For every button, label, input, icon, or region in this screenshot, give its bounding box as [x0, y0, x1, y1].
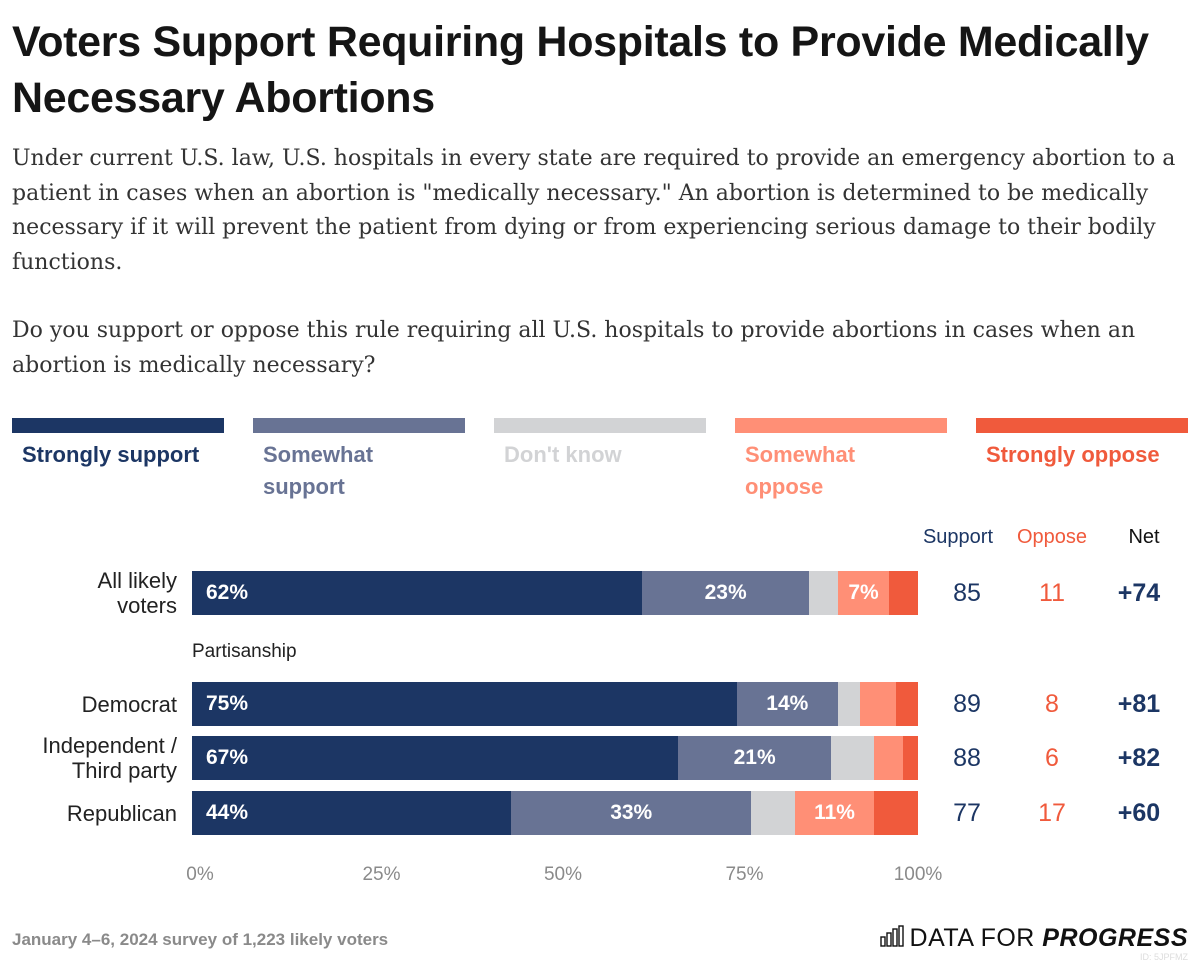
- bar-segment-strongly-support: [192, 682, 737, 726]
- bar-segment-somewhat-oppose: [874, 736, 904, 780]
- category-label: Independent / Third party: [42, 733, 177, 783]
- legend: Strongly support Somewhat support Don't kno…: [12, 418, 1192, 508]
- bar-row: 44% 33% 11%: [192, 791, 918, 835]
- bar-row: 62% 23% 7%: [192, 571, 918, 615]
- logo-text: DATA FOR PROGRESS: [910, 924, 1188, 953]
- net-column-header: Net: [1128, 526, 1160, 548]
- legend-swatch: [12, 418, 224, 433]
- x-tick-label: 75%: [725, 864, 764, 885]
- group-label-partisanship: Partisanship: [192, 641, 297, 662]
- net-value: +60: [1117, 799, 1161, 827]
- subtitle-question: Do you support or oppose this rule requi…: [12, 318, 1136, 378]
- bar-segment-somewhat-oppose: [859, 682, 897, 726]
- legend-item-somewhat-support: Somewhat support: [253, 418, 465, 503]
- data-label: 23%: [704, 581, 747, 604]
- data-label: 11%: [814, 801, 855, 824]
- legend-label: Don't know: [504, 442, 622, 467]
- chart-title: Voters Support Requiring Hospitals to Pr…: [12, 18, 1149, 122]
- bar-segment-dont-know: [751, 791, 795, 835]
- data-for-progress-logo: DATA FOR PROGRESS: [879, 924, 1188, 953]
- legend-swatch: [735, 418, 947, 433]
- support-total: 77: [953, 799, 981, 827]
- data-label: 7%: [848, 581, 879, 604]
- data-label: 75%: [206, 692, 249, 715]
- legend-item-dont-know: Don't know: [494, 418, 706, 471]
- net-value: +82: [1117, 744, 1161, 772]
- bar-row: 75% 14%: [192, 682, 918, 726]
- net-value: +74: [1117, 579, 1161, 607]
- source-note: January 4–6, 2024 survey of 1,223 likely…: [12, 930, 389, 949]
- legend-item-strongly-support: Strongly support: [12, 418, 224, 471]
- oppose-total: 11: [1039, 579, 1065, 607]
- net-value: +81: [1117, 690, 1161, 718]
- oppose-total: 17: [1038, 799, 1066, 827]
- legend-item-somewhat-oppose: Somewhat oppose: [735, 418, 947, 503]
- logo-text-bold: PROGRESS: [1042, 924, 1188, 952]
- data-label: 21%: [733, 746, 776, 769]
- legend-swatch: [976, 418, 1188, 433]
- data-label: 62%: [206, 581, 249, 604]
- bar-segment-strongly-oppose: [888, 571, 918, 615]
- x-tick-label: 0%: [186, 864, 214, 885]
- legend-item-strongly-oppose: Strongly oppose: [976, 418, 1188, 471]
- support-total: 89: [953, 690, 981, 718]
- subtitle-context: Under current U.S. law, U.S. hospitals i…: [12, 146, 1176, 275]
- legend-swatch: [253, 418, 465, 433]
- bar-segment-strongly-support: [192, 571, 643, 615]
- legend-label: Somewhat oppose: [745, 442, 856, 499]
- chart-id: ID: 5JPFMZ: [1139, 952, 1188, 962]
- chart-subtitle: Under current U.S. law, U.S. hospitals i…: [12, 142, 1197, 383]
- legend-swatch: [494, 418, 706, 433]
- bar-segment-strongly-oppose: [896, 682, 918, 726]
- x-tick-label: 25%: [362, 864, 401, 885]
- oppose-total: 6: [1045, 744, 1059, 772]
- oppose-total: 8: [1045, 690, 1059, 718]
- bar-row: 67% 21%: [192, 736, 918, 780]
- bar-segment-strongly-oppose: [903, 736, 918, 780]
- category-label: Republican: [66, 800, 177, 826]
- data-label: 44%: [206, 801, 249, 824]
- data-label: 67%: [206, 746, 249, 769]
- data-label: 33%: [610, 801, 653, 824]
- x-tick-label: 50%: [543, 864, 583, 885]
- logo-text-light: DATA FOR: [909, 924, 1043, 952]
- category-label: All likely voters: [97, 568, 177, 618]
- data-label: 14%: [766, 692, 809, 715]
- oppose-column-header: Oppose: [1016, 526, 1088, 548]
- bar-segment-strongly-oppose: [874, 791, 918, 835]
- bar-segment-strongly-support: [192, 736, 679, 780]
- bar-segment-dont-know: [838, 682, 860, 726]
- legend-label: Strongly oppose: [986, 442, 1160, 467]
- legend-label: Somewhat support: [263, 442, 374, 499]
- bar-chart-logo-icon: [879, 925, 904, 952]
- category-label: Democrat: [81, 691, 177, 717]
- bar-segment-dont-know: [830, 736, 875, 780]
- bar-segment-dont-know: [809, 571, 839, 615]
- x-tick-label: 100%: [893, 864, 943, 885]
- legend-label: Strongly support: [22, 442, 200, 467]
- support-column-header: Support: [922, 526, 994, 548]
- support-total: 88: [953, 744, 981, 772]
- support-total: 85: [953, 579, 981, 607]
